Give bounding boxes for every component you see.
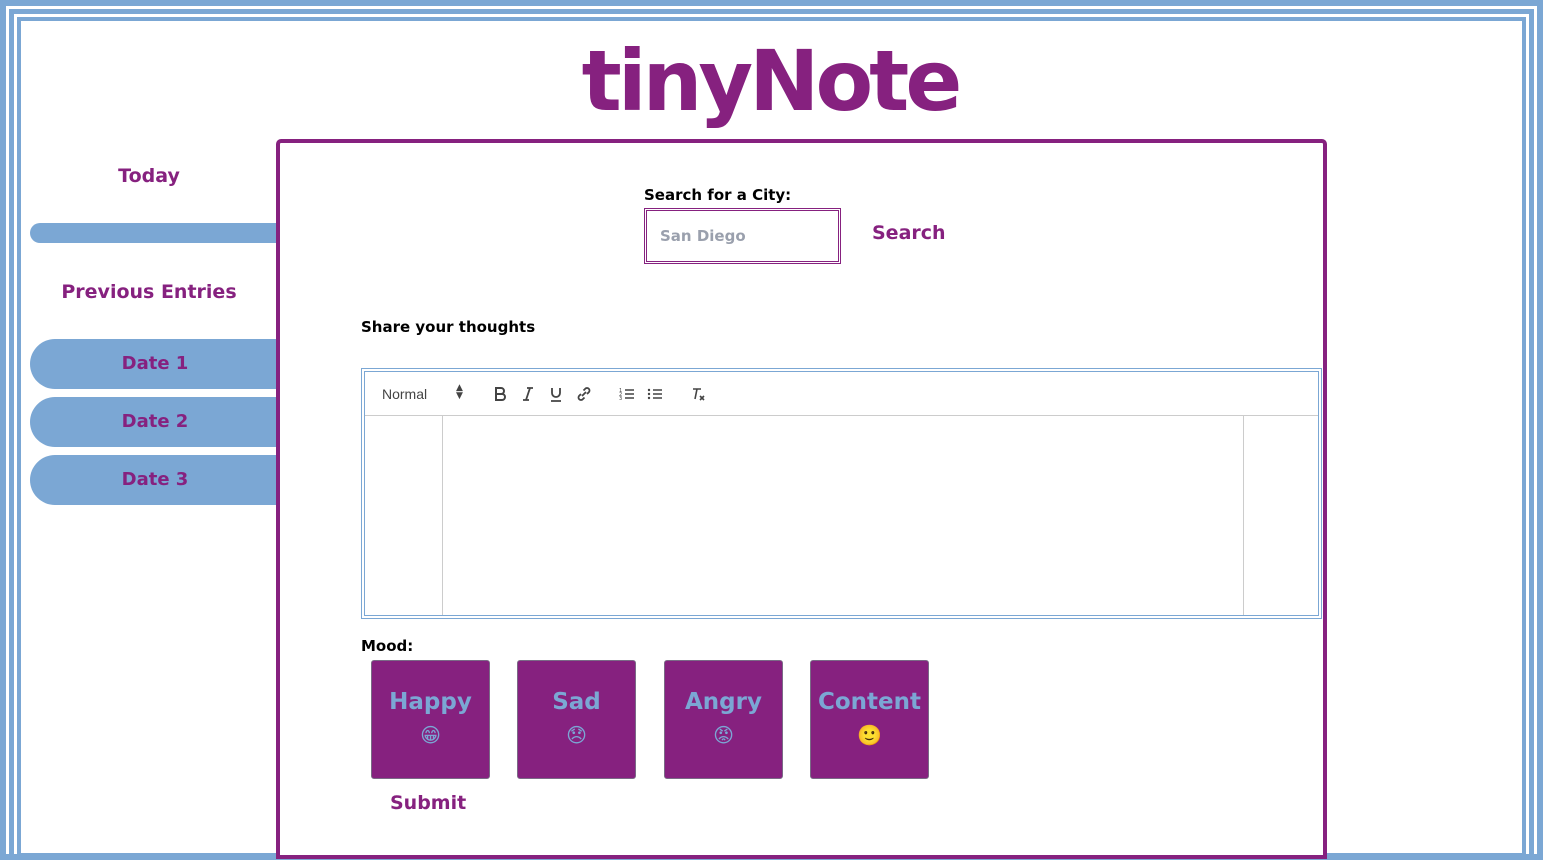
editor-inner: Normal ▲ ▼ 123 [364, 371, 1319, 616]
app-logo: tinyNote [581, 32, 963, 130]
mood-content-label: Content [817, 689, 922, 715]
previous-entries-heading: Previous Entries [61, 281, 237, 303]
slightly-smiling-face-icon: 🙂 [857, 723, 882, 747]
editor-text-area[interactable] [442, 416, 1244, 615]
ordered-list-icon[interactable]: 123 [616, 384, 638, 404]
mood-label: Mood: [361, 637, 414, 655]
mood-happy-label: Happy [389, 689, 472, 715]
disappointed-face-icon: 😞 [566, 723, 587, 747]
bullet-list-icon[interactable] [644, 384, 666, 404]
editor-toolbar: Normal ▲ ▼ 123 [365, 372, 1318, 416]
grinning-face-icon: 😁 [420, 723, 441, 747]
today-link[interactable]: Today [30, 165, 268, 187]
bold-icon[interactable] [489, 384, 511, 404]
angry-face-icon: 😡 [713, 723, 734, 747]
link-icon[interactable] [573, 384, 595, 404]
rich-text-editor: Normal ▲ ▼ 123 [361, 368, 1322, 619]
date-3-button[interactable]: Date 3 [30, 455, 280, 505]
italic-icon[interactable] [517, 384, 539, 404]
date-2-button[interactable]: Date 2 [30, 397, 280, 447]
mood-content-button[interactable]: Content 🙂 [810, 660, 929, 779]
city-search-input[interactable] [649, 213, 836, 259]
date-1-button[interactable]: Date 1 [30, 339, 280, 389]
sidebar-divider [30, 223, 280, 243]
submit-button[interactable]: Submit [390, 792, 466, 814]
mood-sad-label: Sad [552, 689, 601, 715]
select-caret-icon: ▲ ▼ [456, 383, 463, 401]
underline-icon[interactable] [545, 384, 567, 404]
clear-format-icon[interactable] [687, 384, 709, 404]
svg-text:3: 3 [619, 396, 622, 402]
mood-angry-button[interactable]: Angry 😡 [664, 660, 783, 779]
search-label: Search for a City: [644, 186, 792, 204]
mood-angry-label: Angry [685, 689, 762, 715]
mood-happy-button[interactable]: Happy 😁 [371, 660, 490, 779]
thoughts-label: Share your thoughts [361, 318, 536, 336]
format-select[interactable]: Normal [382, 386, 427, 402]
search-button[interactable]: Search [872, 222, 946, 244]
mood-sad-button[interactable]: Sad 😞 [517, 660, 636, 779]
search-box [644, 208, 841, 264]
